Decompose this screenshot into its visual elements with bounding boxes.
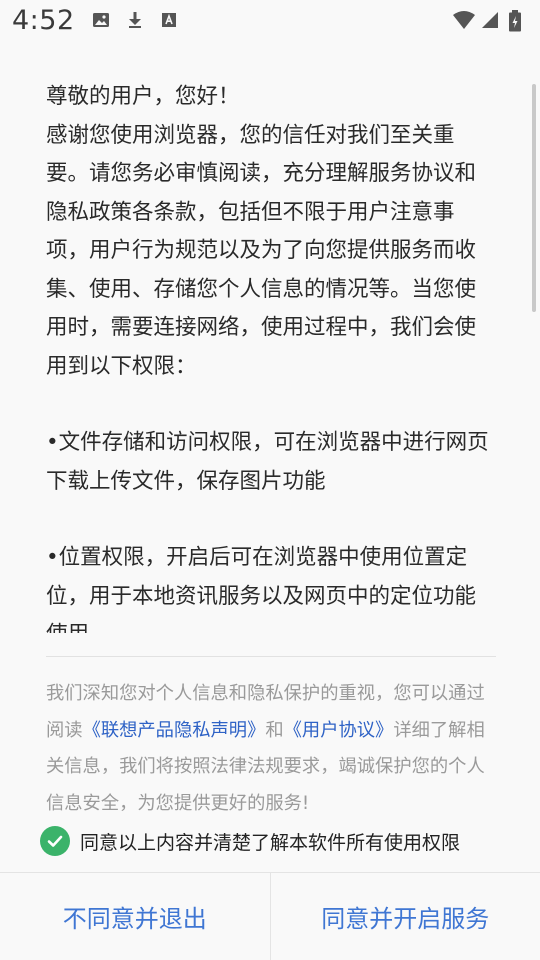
location-permission-text: •位置权限，开启后可在浏览器中使用位置定位，用于本地资讯服务以及网页中的定位功能… (46, 545, 477, 633)
notice-paragraph: 感谢您使用浏览器，您的信任对我们至关重要。请您务必审慎阅读，充分理解服务协议和隐… (46, 122, 477, 379)
wifi-icon (452, 10, 475, 30)
greeting-text: 尊敬的用户，您好！ (46, 84, 240, 109)
privacy-notice-scroll[interactable]: 尊敬的用户，您好！ 感谢您使用浏览器，您的信任对我们至关重要。请您务必审慎阅读，… (46, 78, 496, 633)
decline-exit-button[interactable]: 不同意并退出 (0, 873, 270, 960)
status-notification-icons (91, 10, 179, 30)
battery-icon (508, 10, 528, 32)
storage-permission-text: •文件存储和访问权限，可在浏览器中进行网页下载上传文件，保存图片功能 (46, 430, 489, 494)
agree-label: 同意以上内容并清楚了解本软件所有使用权限 (80, 831, 461, 854)
action-bar: 不同意并退出 同意并开启服务 (0, 872, 540, 960)
status-time: 4:52 (12, 4, 75, 36)
divider (46, 656, 496, 657)
summary-text: 和 (265, 719, 284, 741)
privacy-statement-link[interactable]: 《联想产品隐私声明》 (83, 720, 266, 741)
text-a-icon (159, 10, 179, 30)
download-icon (125, 10, 145, 30)
signal-icon (480, 10, 500, 30)
status-system-icons (452, 10, 528, 32)
user-agreement-link[interactable]: 《用户协议》 (284, 720, 394, 741)
checkbox-checked-icon[interactable] (40, 826, 70, 856)
privacy-summary: 我们深知您对个人信息和隐私保护的重视，您可以通过阅读《联想产品隐私声明》和《用户… (46, 676, 492, 822)
agree-checkbox-row[interactable]: 同意以上内容并清楚了解本软件所有使用权限 (40, 824, 460, 858)
accept-start-button[interactable]: 同意并开启服务 (271, 873, 540, 960)
scrollbar[interactable] (532, 84, 536, 312)
status-bar: 4:52 (0, 0, 540, 40)
image-icon (91, 10, 111, 30)
